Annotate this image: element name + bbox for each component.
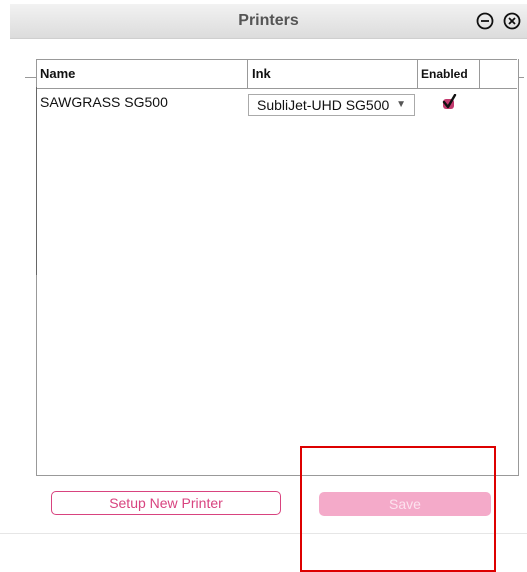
table-header: Name Ink Enabled [36,59,517,89]
minimize-icon[interactable] [476,12,494,30]
printer-name: SAWGRASS SG500 [40,94,168,110]
enabled-checkbox[interactable] [441,94,457,110]
setup-new-printer-button[interactable]: Setup New Printer [51,491,281,515]
title-bar: Printers [10,4,527,39]
chevron-down-icon: ▼ [396,99,406,110]
printers-table [36,59,519,476]
ink-select-value: SubliJet-UHD SG500 [257,97,390,113]
table-edge-left [25,77,36,78]
column-header-blank [480,60,517,88]
table-row[interactable]: SAWGRASS SG500 SubliJet-UHD SG500 ▼ [36,88,517,116]
column-header-enabled[interactable]: Enabled [418,60,480,88]
window-title: Printers [238,12,299,29]
close-icon[interactable] [503,12,521,30]
column-header-ink[interactable]: Ink [248,60,418,88]
highlight-annotation [300,446,496,572]
ink-select[interactable]: SubliJet-UHD SG500 ▼ [248,94,415,116]
column-header-name[interactable]: Name [36,60,248,88]
